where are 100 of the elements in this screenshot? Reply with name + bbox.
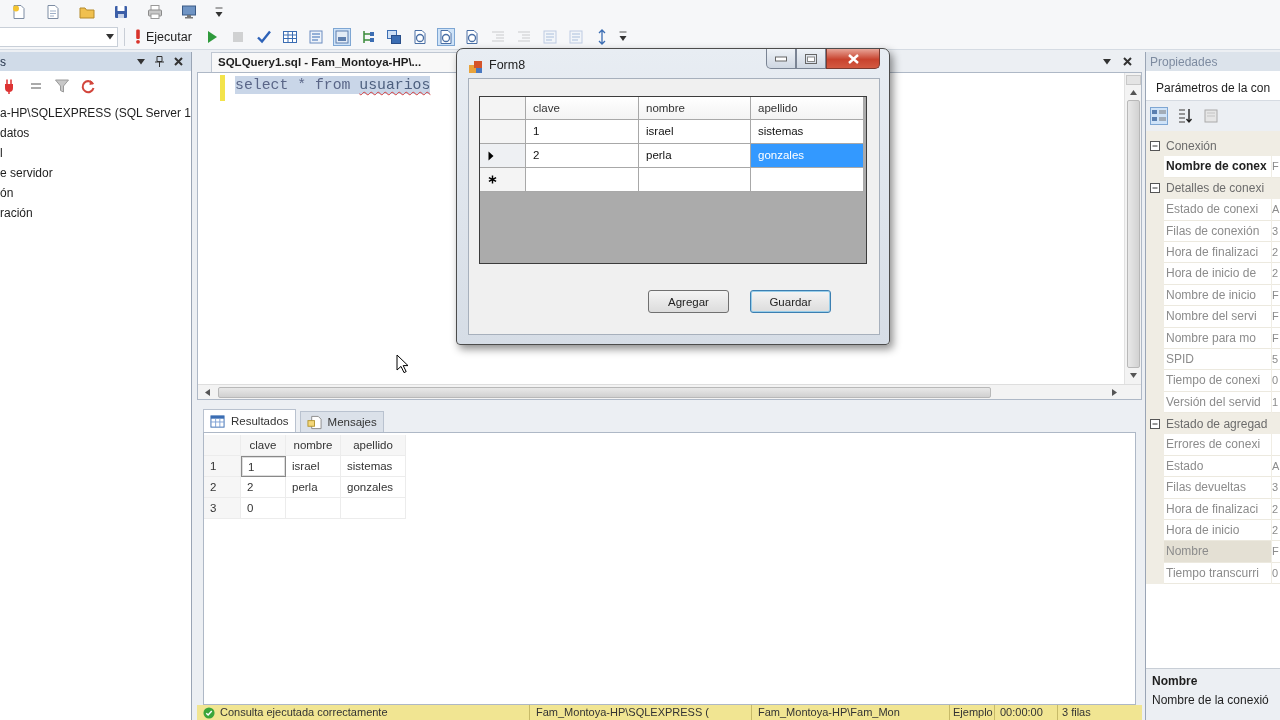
property-name[interactable]: Nombre de inicio [1164,284,1271,307]
caret-down-icon[interactable] [618,31,627,42]
collapse-icon[interactable] [1150,140,1160,151]
colored-blocks-icon [468,59,484,75]
property-value: F [1272,284,1280,307]
close-icon[interactable] [174,57,183,66]
property-value: 1 [1272,391,1280,414]
status-field: Fam_Montoya-HP\SQLEXPRESS ( [530,705,752,720]
close-icon[interactable] [1123,57,1132,66]
property-value: 2 [1272,498,1280,521]
property-value: 3 [1272,477,1280,499]
description-title: Nombre [1152,673,1199,690]
status-field: 00:00:00 [995,705,1058,720]
category-label[interactable]: Conexión [1166,138,1217,153]
scrollbar-thumb[interactable] [1126,100,1140,368]
property-value: 0 [1272,370,1280,392]
maximize-button[interactable] [796,49,826,69]
property-name[interactable]: Hora de inicio [1164,520,1271,542]
caret-down-icon [106,33,114,40]
property-name[interactable]: Nombre para mo [1164,327,1271,349]
column-header[interactable]: clave [526,97,639,120]
grid-cell[interactable]: israel [639,120,751,144]
property-name[interactable]: Nombre del servi [1164,306,1271,328]
category-label[interactable]: Detalles de conexi [1166,181,1265,196]
tree-item[interactable]: ón [0,183,14,203]
results-tab[interactable]: Resultados [203,409,296,432]
arrow-up-icon[interactable] [1129,90,1137,95]
minimize-button[interactable] [766,49,796,69]
property-value: 2 [1272,520,1280,542]
category-label[interactable]: Estado de agregad [1166,416,1268,431]
tree-item[interactable]: a-HP\SQLEXPRESS (SQL Server 1 [0,103,191,123]
caret-down-icon[interactable] [215,6,223,18]
overlapping-windows-icon[interactable] [384,27,403,46]
property-value: F [1272,306,1280,328]
collapse-icon[interactable] [1150,183,1160,194]
form-button[interactable]: Guardar [750,290,831,313]
column-header[interactable]: nombre [639,97,751,120]
caret-down-icon[interactable] [1103,58,1111,65]
status-message: Consulta ejecutada correctamente [220,705,388,720]
property-name[interactable]: Versión del servid [1164,391,1271,414]
status-field: 3 filas [1058,705,1142,720]
property-name[interactable]: Tiempo transcurri [1164,562,1271,585]
results-tab[interactable]: Mensajes [299,411,384,432]
grid-cell: gonzales [341,477,406,498]
horizontal-scrollbar[interactable] [198,384,1141,399]
tree-item[interactable]: datos [0,123,30,143]
execute-button[interactable]: Ejecutar [131,26,196,47]
split-handle[interactable] [1125,75,1141,85]
property-value: F [1272,156,1280,178]
tree-item[interactable]: e servidor [0,163,53,183]
category-list-icon[interactable] [1150,107,1168,125]
status-field: Fam_Montoya-HP\Fam_Mon [752,705,950,720]
document-icon[interactable] [45,4,61,20]
grid-cell: 1 [241,456,286,477]
property-name[interactable]: Estado de conexi [1164,199,1271,221]
grid-cell[interactable]: 2 [526,144,639,168]
grid-cell[interactable]: sistemas [751,120,864,144]
printer-icon[interactable] [147,4,163,20]
caret-down-icon[interactable] [137,58,145,65]
vertical-scrollbar[interactable] [1124,73,1141,384]
status-field: Ejemplo [950,705,995,720]
grid-cell[interactable] [751,168,864,192]
form-button[interactable]: Agregar [648,290,729,313]
monitor-icon[interactable] [181,4,197,20]
row-number: 1 [204,456,241,477]
column-header[interactable]: apellido [751,97,864,120]
grid-cell[interactable] [639,168,751,192]
mouse-pointer-icon [396,354,409,374]
sort-down-icon[interactable] [1176,107,1194,125]
filter-icon[interactable] [54,78,70,94]
grid-cell[interactable] [526,168,639,192]
pin-icon[interactable] [155,56,164,67]
grid-cell: israel [286,456,341,477]
grid-cell[interactable]: 1 [526,120,639,144]
property-name[interactable]: Filas de conexión [1164,220,1271,242]
minimize-icon [775,55,787,62]
window-pane-icon[interactable] [332,27,351,46]
property-name[interactable]: Errores de conexi [1164,434,1271,456]
tree-item[interactable]: ración [0,203,33,223]
row-header[interactable] [480,168,526,192]
tree-item[interactable]: l [0,143,3,163]
arrow-left-icon[interactable] [205,388,210,396]
property-value: A [1272,455,1280,478]
property-name[interactable]: Hora de finalizaci [1164,241,1271,264]
asterisk-icon [488,175,497,184]
property-name[interactable]: Tiempo de conexi [1164,370,1271,392]
arrow-right-icon[interactable] [1112,388,1117,396]
property-name[interactable]: Hora de inicio de [1164,263,1271,285]
grid-cell[interactable]: perla [639,144,751,168]
refresh-icon[interactable] [80,78,96,94]
property-name[interactable]: Nombre de conex [1164,156,1271,178]
row-number: 2 [204,477,241,498]
scrollbar-thumb[interactable] [218,386,991,398]
property-name[interactable]: Hora de finalizaci [1164,498,1271,521]
grid-cell: 0 [241,498,286,519]
close-button[interactable] [826,49,880,69]
arrow-down-icon[interactable] [1129,373,1137,378]
collapse-icon[interactable] [1150,418,1160,429]
property-name[interactable]: Filas devueltas [1164,477,1271,499]
property-name[interactable]: SPID [1164,348,1271,371]
